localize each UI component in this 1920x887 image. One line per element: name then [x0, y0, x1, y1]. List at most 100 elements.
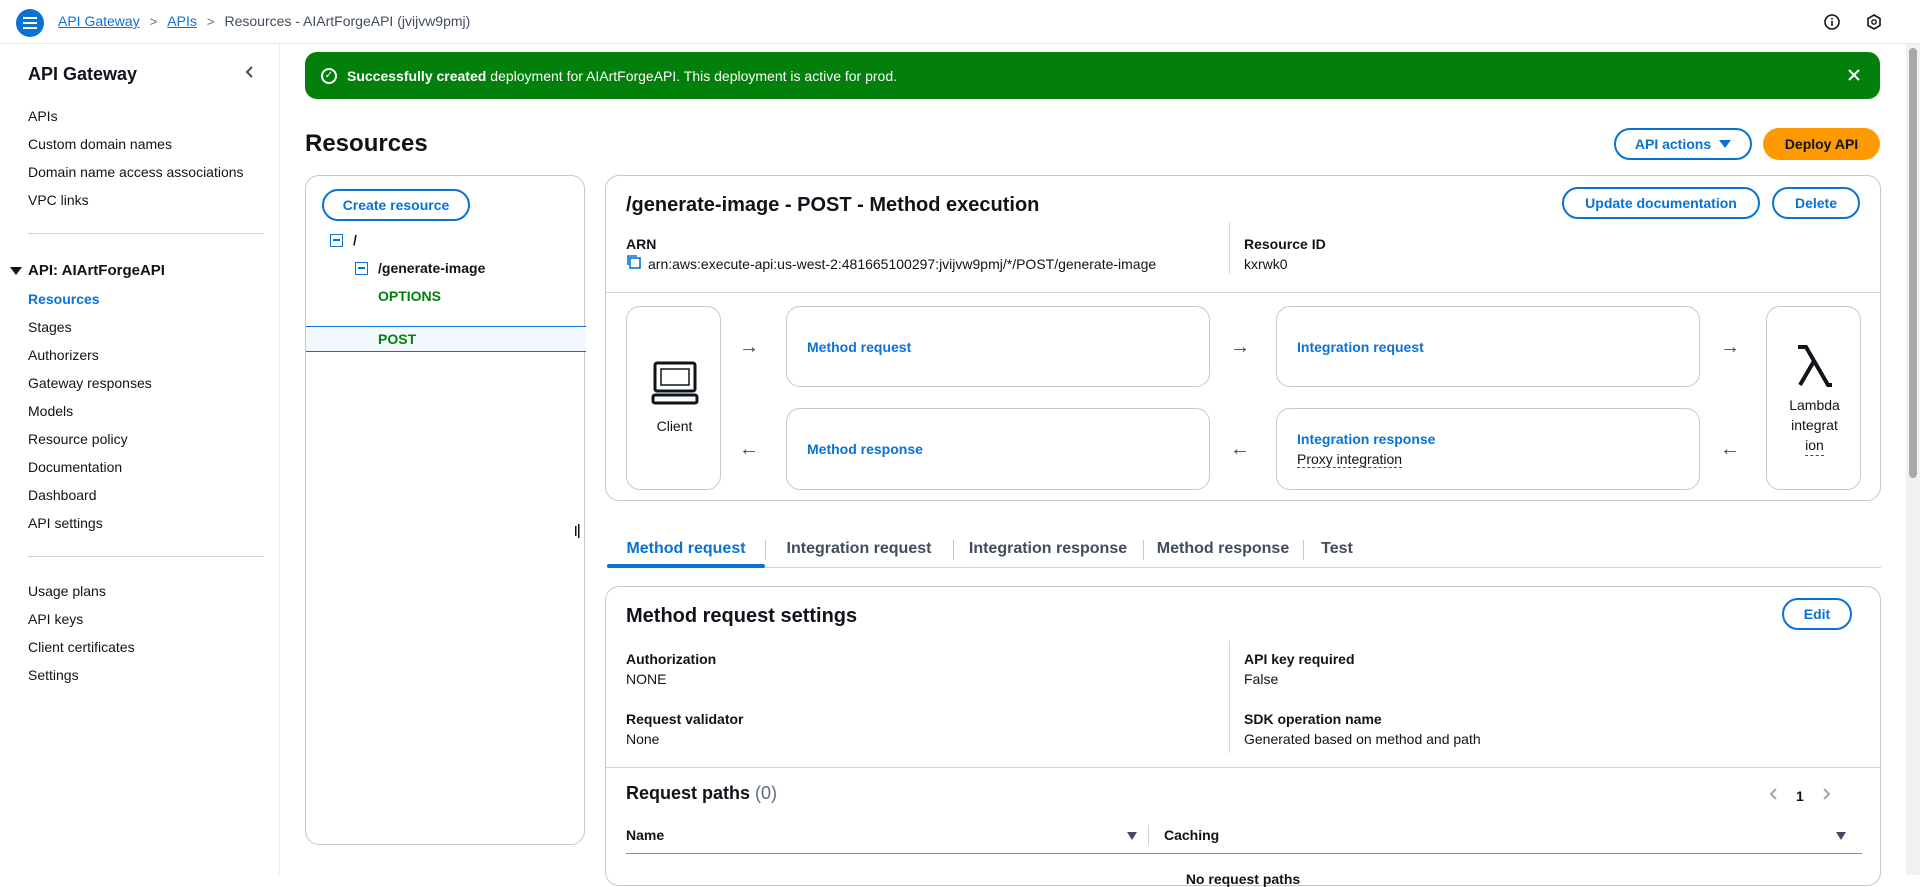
tree-node-root[interactable]: /: [330, 232, 357, 248]
method-request-box[interactable]: Method request: [786, 306, 1210, 387]
sidebar-item-custom-domain-names[interactable]: Custom domain names: [28, 136, 172, 152]
sidebar-item-settings[interactable]: Settings: [28, 667, 79, 683]
resize-handle-icon[interactable]: [575, 524, 581, 538]
sdk-operation-name-value: Generated based on method and path: [1244, 731, 1481, 747]
success-flash-banner: ✓ Successfully created deployment for AI…: [305, 52, 1880, 99]
method-response-box[interactable]: Method response: [786, 408, 1210, 490]
copy-icon[interactable]: [626, 254, 642, 273]
empty-state-text: No request paths: [1185, 871, 1301, 887]
lambda-label-line-2: integrat: [1791, 417, 1838, 433]
menu-icon[interactable]: [16, 9, 44, 37]
divider: [765, 540, 766, 560]
caret-down-icon: [10, 266, 22, 275]
page-number[interactable]: 1: [1796, 788, 1804, 804]
flash-text: deployment for AIArtForgeAPI. This deplo…: [490, 67, 898, 84]
active-tab-indicator: [607, 564, 765, 568]
sidebar-item-client-certificates[interactable]: Client certificates: [28, 639, 135, 655]
method-response-link[interactable]: Method response: [807, 441, 923, 457]
computer-icon: [651, 361, 699, 408]
method-request-settings-panel: Method request settings Edit Authorizati…: [605, 586, 1881, 887]
collapse-icon[interactable]: [330, 233, 343, 247]
tree-method-options[interactable]: OPTIONS: [378, 288, 441, 304]
sort-icon[interactable]: [1127, 832, 1137, 840]
lambda-label-line-3[interactable]: ion: [1805, 435, 1824, 456]
tab-integration-request[interactable]: Integration request: [767, 530, 951, 568]
scrollbar-thumb[interactable]: [1909, 48, 1917, 478]
sidebar-item-apis[interactable]: APIs: [28, 108, 58, 124]
sidebar-item-documentation[interactable]: Documentation: [28, 459, 122, 475]
client-box: Client: [626, 306, 721, 490]
page-scrollbar[interactable]: [1906, 44, 1920, 875]
sidebar-item-models[interactable]: Models: [28, 403, 73, 419]
tree-node-generate-image[interactable]: /generate-image: [355, 260, 485, 276]
breadcrumb-api-gateway[interactable]: API Gateway: [58, 13, 140, 29]
tab-integration-response[interactable]: Integration response: [955, 530, 1141, 568]
info-icon[interactable]: [1822, 12, 1842, 32]
sidebar-api-section[interactable]: API: AIArtForgeAPI: [10, 262, 165, 279]
divider: [953, 540, 954, 560]
sidebar-item-vpc-links[interactable]: VPC links: [28, 192, 89, 208]
resource-tree-panel: Create resource / /generate-image OPTION…: [305, 175, 586, 845]
collapse-sidebar-icon[interactable]: [240, 62, 260, 82]
lambda-label-line-1: Lambda: [1789, 397, 1840, 413]
deploy-api-button[interactable]: Deploy API: [1763, 128, 1880, 160]
edit-button[interactable]: Edit: [1782, 598, 1852, 630]
sidebar-title[interactable]: API Gateway: [28, 64, 137, 85]
page-title: Resources: [305, 130, 428, 157]
sidebar-api-section-label: API: AIArtForgeAPI: [28, 262, 165, 279]
sidebar-item-usage-plans[interactable]: Usage plans: [28, 583, 106, 599]
divider[interactable]: [1148, 825, 1149, 845]
sidebar-item-api-keys[interactable]: API keys: [28, 611, 83, 627]
divider: [1303, 540, 1304, 560]
column-header-caching[interactable]: Caching: [1164, 827, 1219, 843]
sidebar-item-resource-policy[interactable]: Resource policy: [28, 431, 128, 447]
column-header-name[interactable]: Name: [626, 827, 664, 843]
sidebar-item-api-settings[interactable]: API settings: [28, 515, 103, 531]
divider: [1229, 641, 1230, 753]
arn-label: ARN: [626, 236, 657, 252]
integration-request-link[interactable]: Integration request: [1297, 339, 1424, 355]
top-navigation-bar: API Gateway > APIs > Resources - AIArtFo…: [0, 0, 1920, 44]
chevron-left-icon[interactable]: [1768, 787, 1780, 804]
arn-value: arn:aws:execute-api:us-west-2:4816651002…: [648, 255, 1157, 272]
sidebar-item-dashboard[interactable]: Dashboard: [28, 487, 97, 503]
integration-request-box[interactable]: Integration request: [1276, 306, 1700, 387]
resource-id-label: Resource ID: [1244, 236, 1326, 252]
main-content: ✓ Successfully created deployment for AI…: [280, 44, 1920, 887]
update-documentation-button[interactable]: Update documentation: [1562, 187, 1760, 219]
breadcrumb-apis[interactable]: APIs: [167, 13, 197, 29]
integration-response-box[interactable]: Integration response Proxy integration: [1276, 408, 1700, 490]
tab-method-response[interactable]: Method response: [1145, 530, 1301, 568]
sidebar-item-gateway-responses[interactable]: Gateway responses: [28, 375, 152, 391]
authorization-label: Authorization: [626, 651, 717, 667]
api-actions-button[interactable]: API actions: [1614, 128, 1752, 160]
notifications-icon[interactable]: [1864, 12, 1884, 32]
resource-id-value: kxrwk0: [1244, 256, 1288, 272]
method-execution-panel: /generate-image - POST - Method executio…: [605, 175, 1881, 501]
tree-method-post[interactable]: POST: [378, 331, 416, 347]
integration-response-link[interactable]: Integration response: [1297, 431, 1435, 447]
sort-icon[interactable]: [1836, 832, 1846, 840]
tree-selected-row: [306, 326, 586, 352]
tab-test[interactable]: Test: [1305, 530, 1369, 568]
close-icon[interactable]: [1844, 65, 1864, 85]
arrow-left-icon: ←: [1720, 438, 1740, 460]
method-options-label: OPTIONS: [378, 288, 442, 304]
proxy-integration-label[interactable]: Proxy integration: [1297, 451, 1403, 468]
chevron-right-icon: >: [206, 13, 215, 29]
arrow-left-icon: ←: [739, 438, 759, 460]
arrow-right-icon: →: [739, 336, 759, 358]
sidebar-item-stages[interactable]: Stages: [28, 319, 72, 335]
api-actions-label: API actions: [1634, 136, 1712, 152]
delete-button[interactable]: Delete: [1772, 187, 1860, 219]
collapse-icon[interactable]: [355, 261, 368, 275]
client-label: Client: [656, 418, 693, 434]
create-resource-button[interactable]: Create resource: [322, 189, 470, 221]
sidebar-item-domain-access[interactable]: Domain name access associations: [28, 164, 244, 180]
sidebar-item-authorizers[interactable]: Authorizers: [28, 347, 99, 363]
method-request-link[interactable]: Method request: [807, 339, 911, 355]
tab-method-request[interactable]: Method request: [607, 530, 765, 568]
request-validator-label: Request validator: [626, 711, 744, 727]
chevron-right-icon[interactable]: [1820, 787, 1832, 804]
sidebar-item-resources[interactable]: Resources: [28, 291, 100, 307]
